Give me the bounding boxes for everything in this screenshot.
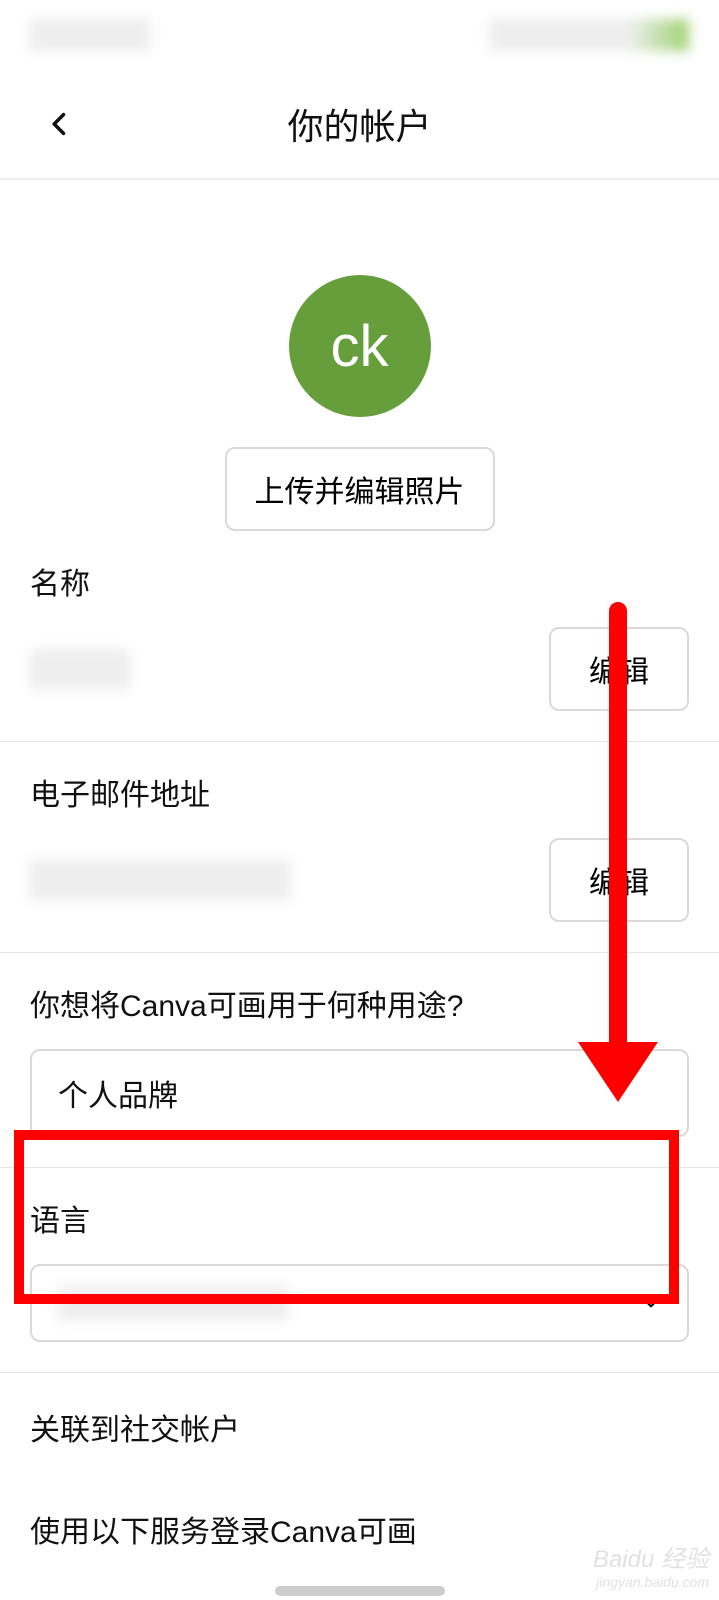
email-value [30,860,290,900]
language-label: 语言 [30,1196,689,1240]
back-button[interactable] [40,104,80,144]
language-select[interactable] [30,1264,689,1342]
language-value [58,1286,288,1320]
home-indicator [275,1586,445,1596]
usage-label: 你想将Canva可画用于何种用途? [30,981,689,1025]
name-label: 名称 [30,559,689,603]
email-label: 电子邮件地址 [30,770,689,814]
social-accounts-label: 关联到社交帐户 [0,1373,719,1449]
name-section: 名称 编辑 [0,531,719,742]
nav-bar: 你的帐户 [0,70,719,180]
language-section: 语言 [0,1168,719,1373]
page-title: 你的帐户 [0,98,719,150]
edit-name-button[interactable]: 编辑 [549,627,689,711]
usage-value: 个人品牌 [58,1071,178,1115]
usage-section: 你想将Canva可画用于何种用途? 个人品牌 [0,953,719,1168]
status-bar [0,0,719,70]
avatar[interactable]: ck [289,275,431,417]
watermark-url: jingyan.baidu.com [593,1574,709,1590]
status-left [30,19,150,51]
email-section: 电子邮件地址 编辑 [0,742,719,953]
status-right [489,19,689,51]
upload-photo-button[interactable]: 上传并编辑照片 [225,447,495,531]
avatar-section: ck 上传并编辑照片 [0,275,719,531]
name-value [30,649,130,689]
edit-email-button[interactable]: 编辑 [549,838,689,922]
watermark: Baidu 经验 jingyan.baidu.com [593,1539,709,1590]
watermark-brand: Baidu 经验 [593,1546,709,1573]
chevron-left-icon [46,110,74,138]
chevron-down-icon [641,1293,661,1313]
usage-select[interactable]: 个人品牌 [30,1049,689,1137]
